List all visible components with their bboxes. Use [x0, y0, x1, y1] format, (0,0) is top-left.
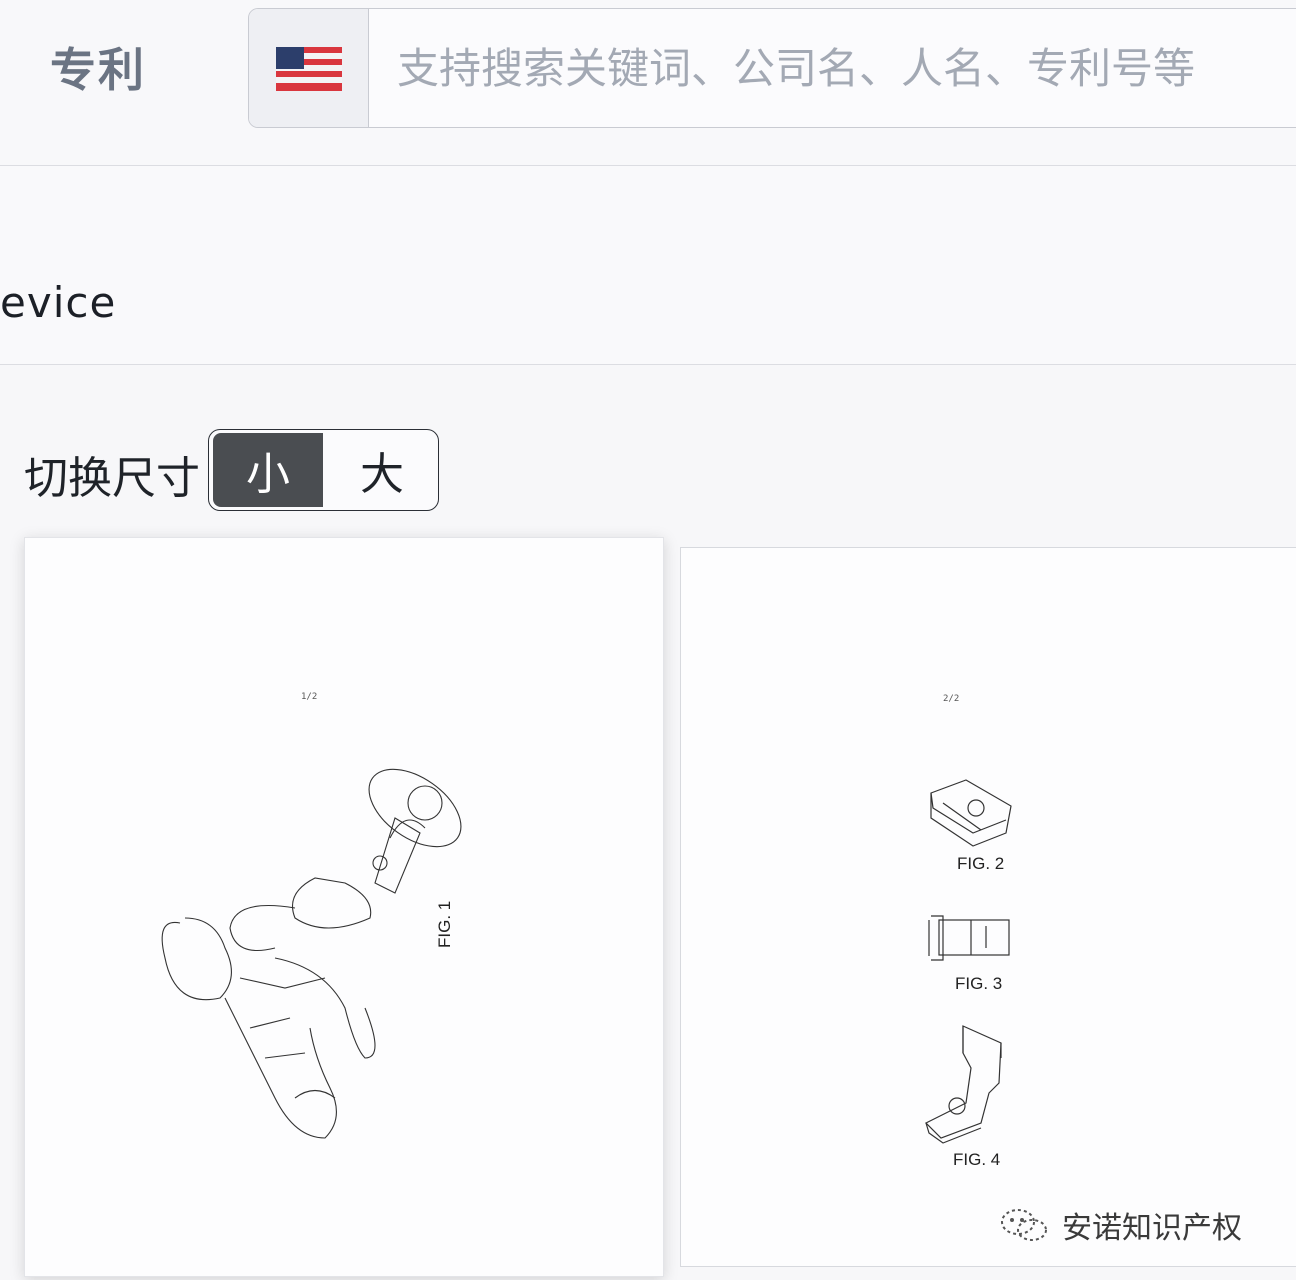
brand-title[interactable]: 专利	[50, 34, 146, 100]
fig-label: FIG. 1	[435, 900, 454, 948]
wechat-watermark-icon	[1001, 1209, 1047, 1241]
us-flag-icon	[275, 47, 342, 91]
wechat-watermark: 安诺知识产权	[998, 1200, 1242, 1250]
size-toggle-label: 切换尺寸	[24, 453, 200, 504]
fig-label: FIG. 4	[953, 1150, 1001, 1169]
drawing-card-sheet-1[interactable]: 1/2 FIG. 1	[24, 537, 664, 1277]
top-header: 专利	[0, 0, 1296, 166]
country-selector-button[interactable]	[249, 9, 369, 127]
fig-label: FIG. 2	[957, 854, 1005, 873]
fig-1-drawing	[161, 768, 462, 1139]
fig-label: FIG. 3	[955, 974, 1003, 993]
patent-title-band	[0, 166, 1296, 365]
search-input[interactable]	[371, 9, 1296, 127]
patent-title: evice	[0, 278, 117, 327]
drawing-card-sheet-2[interactable]: 2/2 FIG. 2 FIG. 3 FIG. 4	[680, 547, 1296, 1267]
search-bar	[248, 8, 1296, 128]
watermark-text: 安诺知识产权	[1062, 1211, 1242, 1246]
size-option-small[interactable]: 小	[213, 433, 323, 507]
size-option-large[interactable]: 大	[327, 433, 437, 507]
size-toggle: 小 大	[208, 429, 439, 511]
